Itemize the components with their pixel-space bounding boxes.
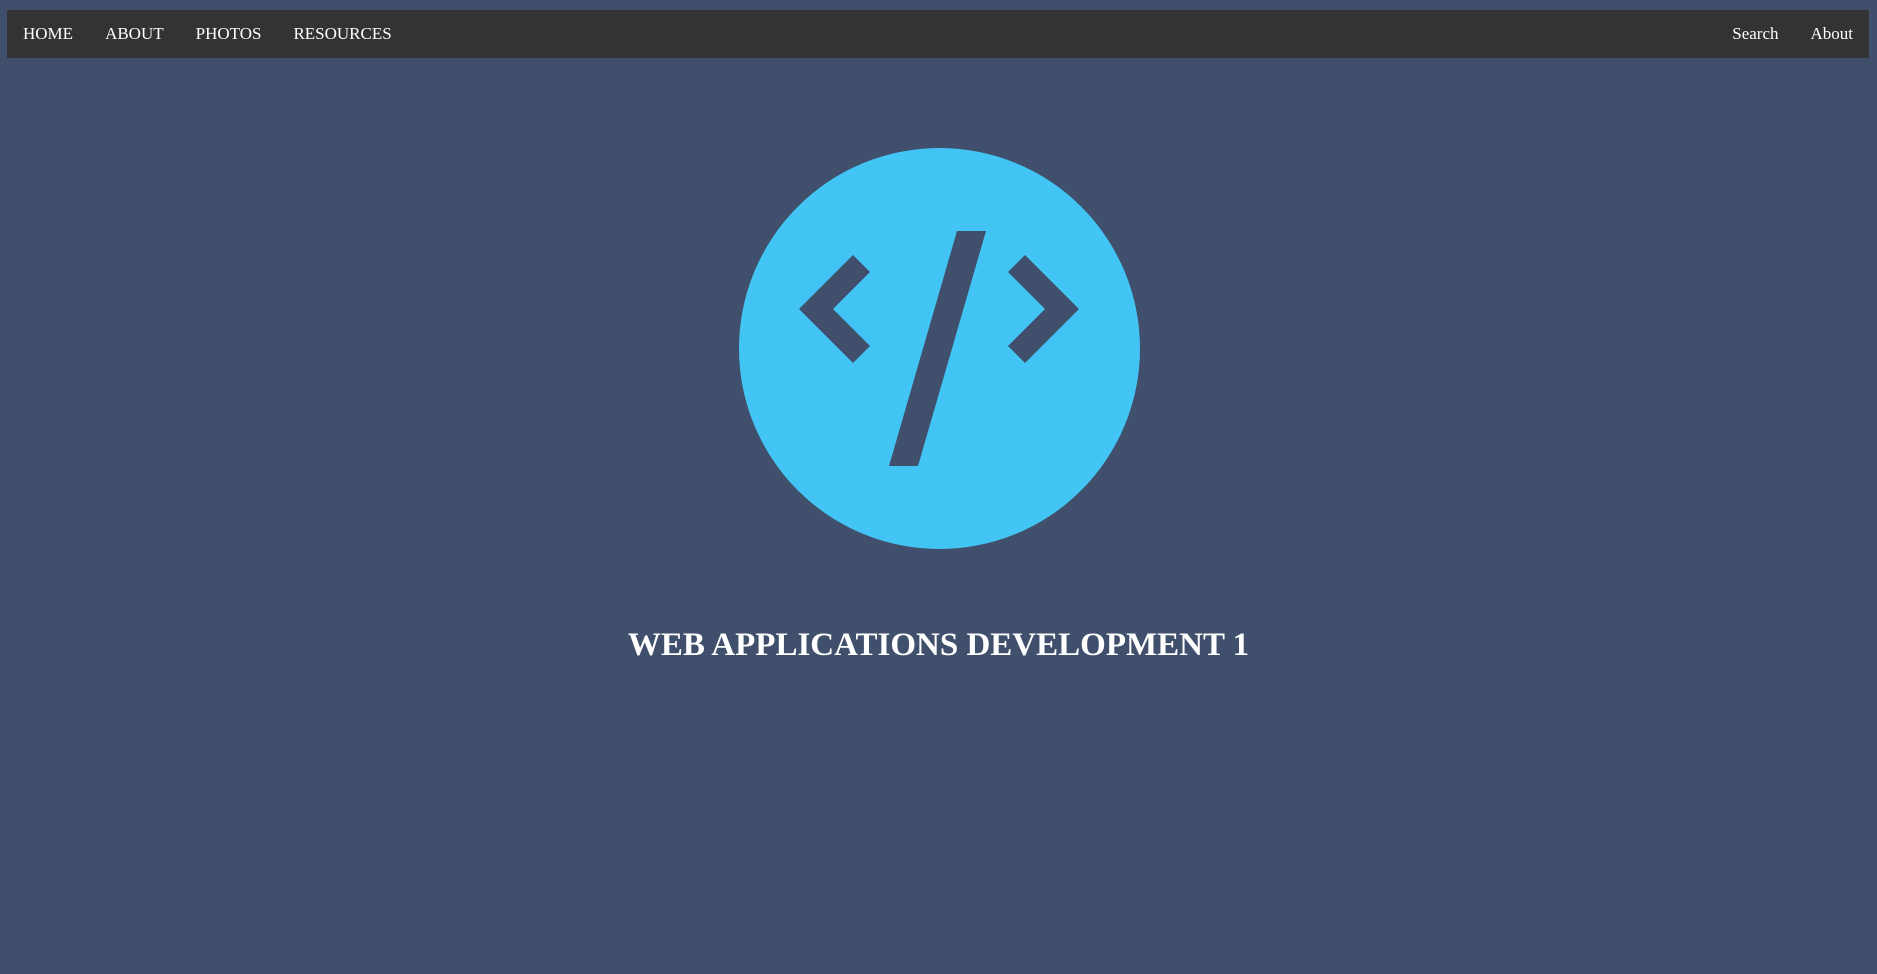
nav-link-photos[interactable]: PHOTOS [180, 10, 278, 58]
nav-link-about-right[interactable]: About [1795, 10, 1870, 58]
nav-link-home[interactable]: HOME [7, 10, 89, 58]
page-title: WEB APPLICATIONS DEVELOPMENT 1 [627, 627, 1250, 663]
navbar-left-group: HOME ABOUT PHOTOS RESOURCES [7, 10, 408, 58]
code-logo [739, 148, 1140, 549]
nav-link-about[interactable]: ABOUT [89, 10, 180, 58]
nav-link-resources[interactable]: RESOURCES [277, 10, 407, 58]
navbar-right-group: Search About [1716, 10, 1869, 58]
nav-link-search[interactable]: Search [1716, 10, 1794, 58]
top-navbar: HOME ABOUT PHOTOS RESOURCES Search About [7, 10, 1869, 58]
code-icon [739, 148, 1140, 549]
